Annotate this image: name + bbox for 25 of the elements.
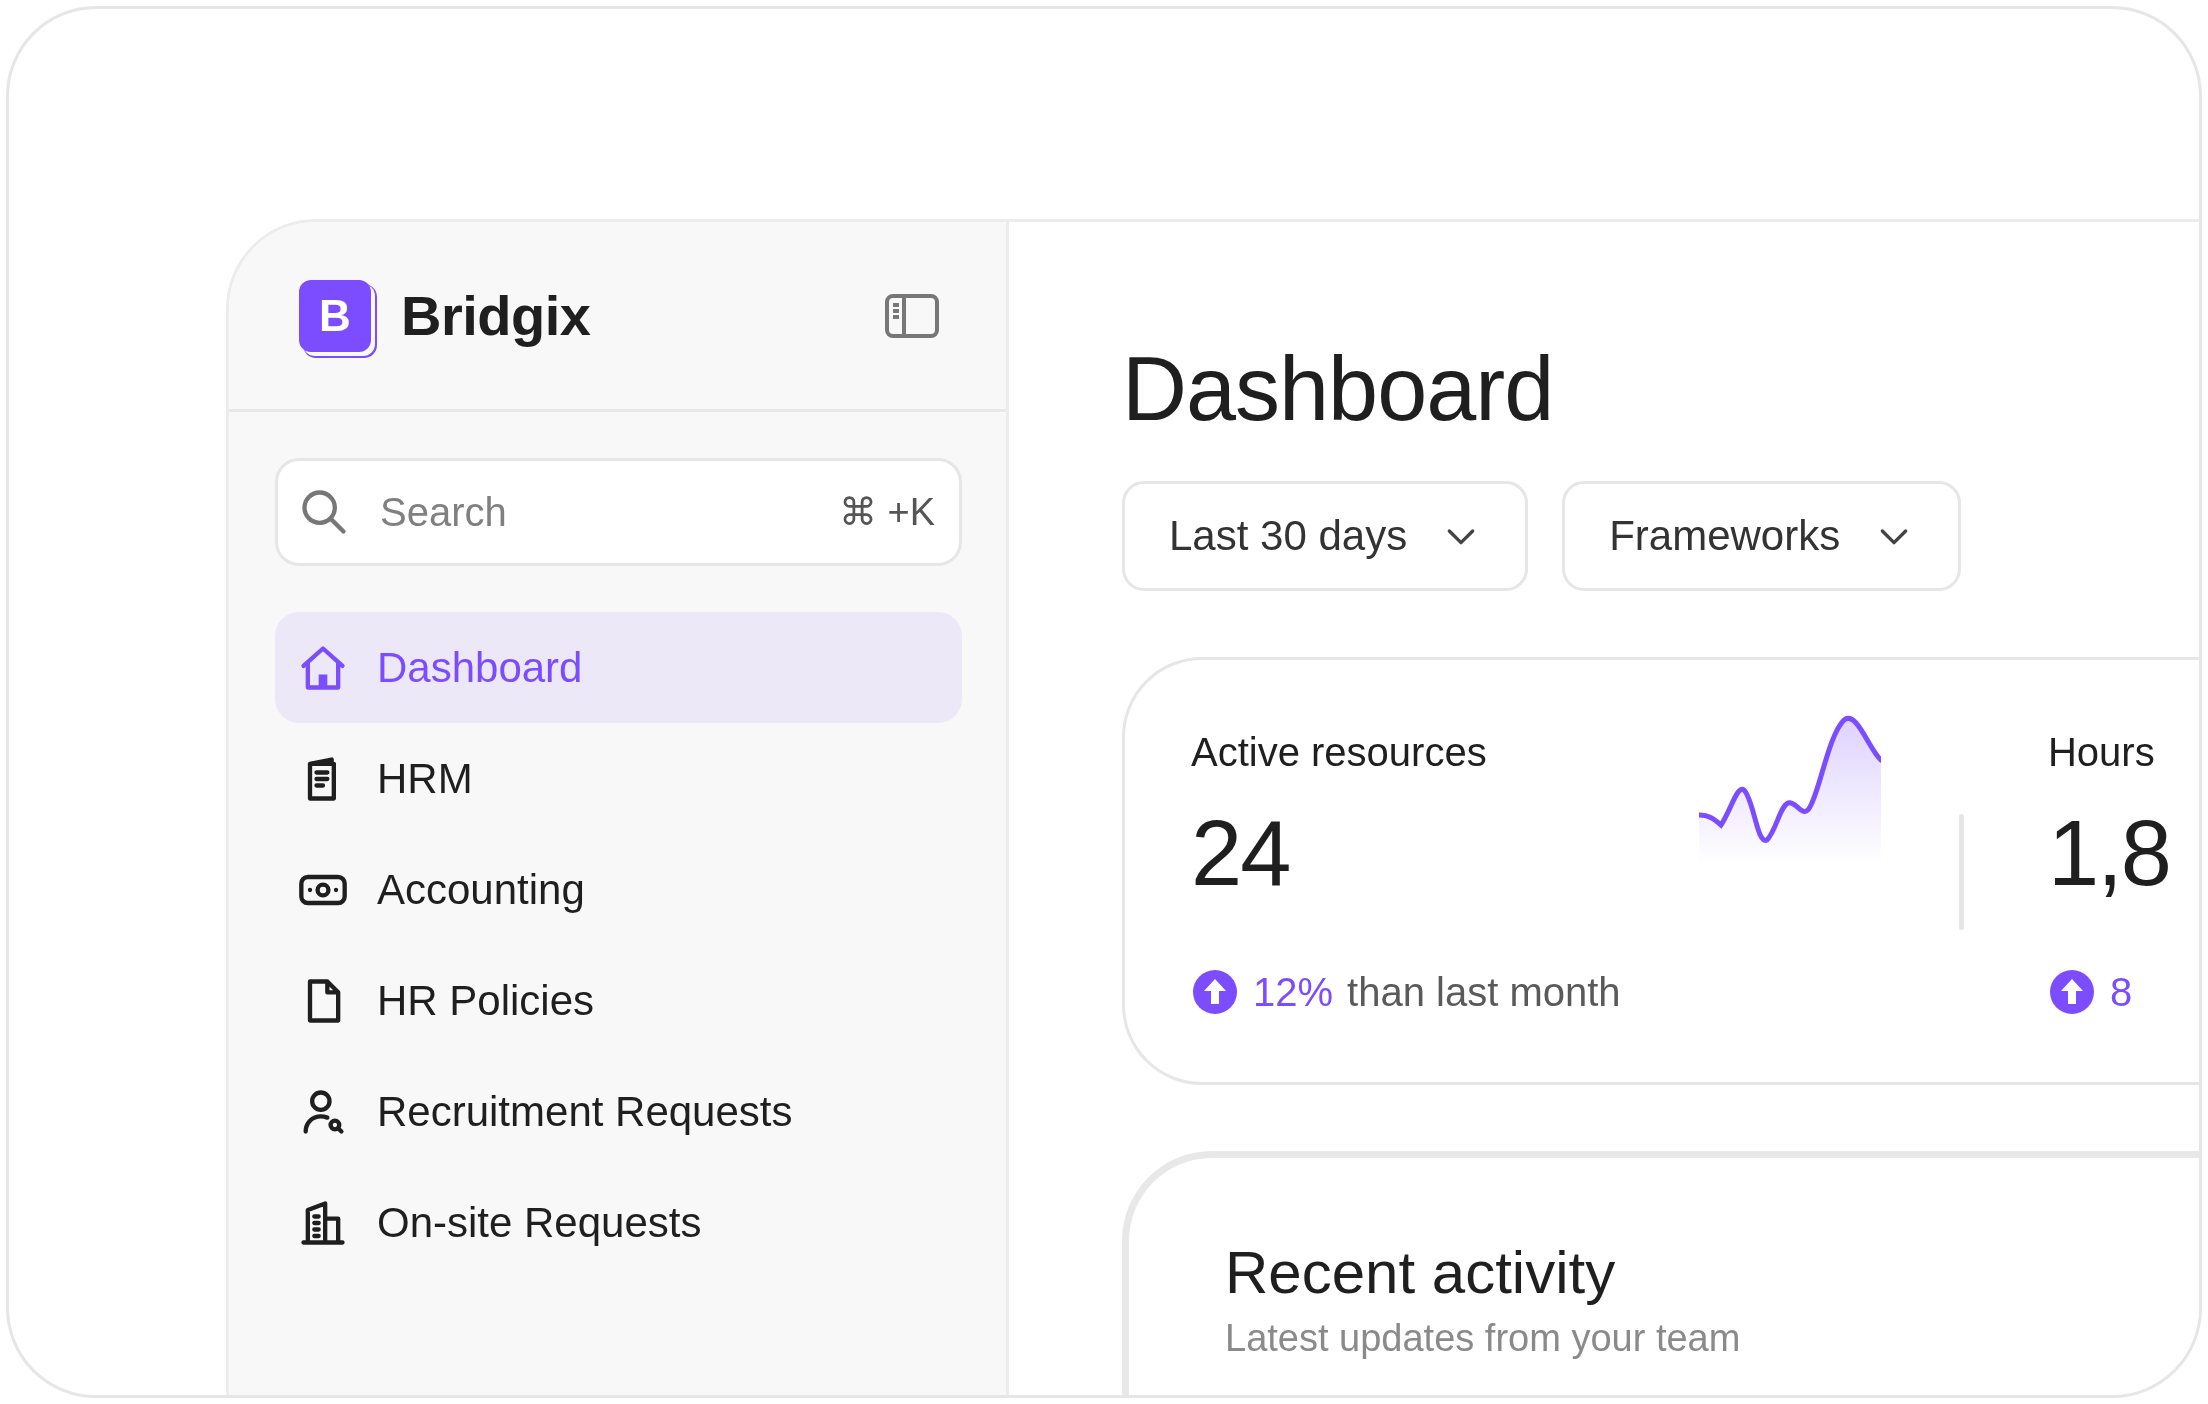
card-subtitle: Latest updates from your team [1225, 1317, 1742, 1360]
page-title: Dashboard [1122, 340, 1555, 439]
nav-item[interactable]: Dashboard [275, 612, 962, 723]
brand-name: Bridgix [401, 283, 592, 348]
arrow-up-circle-icon [2047, 968, 2096, 1016]
shortcut-hint: ⌘ +K [838, 490, 935, 534]
nav-item[interactable]: Accounting [275, 834, 962, 945]
filter-dropdown[interactable]: Frameworks [1562, 481, 1962, 591]
change-note: than last month [1347, 969, 1621, 1015]
stat-label: Active resources [1191, 730, 1487, 775]
change-percent: 12% [1253, 969, 1334, 1015]
stat-value: 1,8 [2047, 801, 2170, 906]
card-title: Recent activity [1225, 1238, 1617, 1307]
nav-item[interactable]: HR Policies [275, 945, 962, 1056]
sidebar-toggle-icon[interactable] [884, 292, 940, 339]
nav-item[interactable]: On-site Requests [275, 1167, 962, 1278]
stat-label: Hours [2047, 730, 2155, 775]
search-field[interactable]: Search ⌘ +K [275, 458, 962, 566]
filter-dropdown[interactable]: Last 30 days [1122, 481, 1529, 591]
stat-value: 24 [1191, 801, 1290, 906]
change-percent: 8 [2109, 969, 2133, 1015]
nav-item[interactable]: HRM [275, 723, 962, 834]
search-input[interactable]: Search [378, 488, 811, 536]
arrow-up-circle-icon [1191, 968, 1239, 1016]
nav-item[interactable]: Recruitment Requests [275, 1056, 962, 1167]
